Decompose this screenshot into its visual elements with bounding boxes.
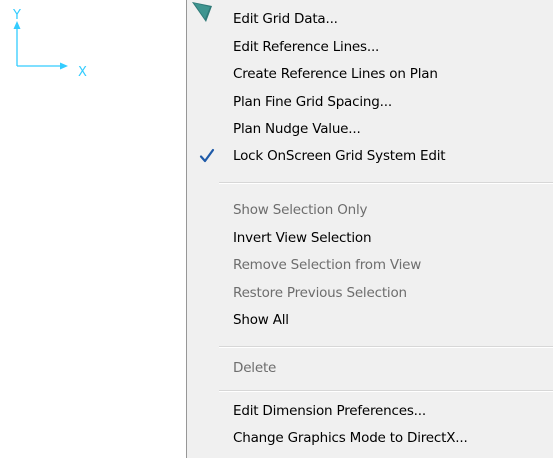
menu-item-create-reference-lines-on-plan[interactable]: Create Reference Lines on Plan <box>187 62 553 86</box>
menu-separator <box>219 346 553 348</box>
menu-separator <box>219 182 553 184</box>
x-axis-label: X <box>78 65 87 80</box>
menu-item-lock-onscreen-grid-system-edit[interactable]: Lock OnScreen Grid System Edit <box>187 144 553 168</box>
menu-item-label: Lock OnScreen Grid System Edit <box>233 148 446 164</box>
menu-item-edit-grid-data[interactable]: Edit Grid Data... <box>187 7 553 31</box>
menu-item-invert-view-selection[interactable]: Invert View Selection <box>187 226 553 250</box>
menu-item-edit-reference-lines[interactable]: Edit Reference Lines... <box>187 35 553 59</box>
cursor-arrow-icon <box>192 2 212 22</box>
graphics-canvas[interactable]: Y X Edit Grid Data... Edit Reference Lin… <box>0 0 553 458</box>
menu-item-label: Change Graphics Mode to DirectX... <box>233 430 468 446</box>
menu-item-change-graphics-mode[interactable]: Change Graphics Mode to DirectX... <box>187 426 553 450</box>
menu-item-label: Create Reference Lines on Plan <box>233 66 438 82</box>
menu-item-plan-fine-grid-spacing[interactable]: Plan Fine Grid Spacing... <box>187 90 553 114</box>
y-axis-label: Y <box>13 8 21 23</box>
menu-item-plan-nudge-value[interactable]: Plan Nudge Value... <box>187 117 553 141</box>
menu-item-label: Invert View Selection <box>233 230 372 246</box>
context-menu: Edit Grid Data... Edit Reference Lines..… <box>186 0 553 458</box>
menu-item-label: Edit Grid Data... <box>233 11 338 27</box>
menu-item-label: Plan Nudge Value... <box>233 121 361 137</box>
menu-item-delete[interactable]: Delete <box>187 356 553 380</box>
menu-item-label: Show Selection Only <box>233 202 368 218</box>
menu-item-show-selection-only[interactable]: Show Selection Only <box>187 198 553 222</box>
menu-item-label: Restore Previous Selection <box>233 285 407 301</box>
menu-item-label: Remove Selection from View <box>233 257 422 273</box>
menu-item-label: Plan Fine Grid Spacing... <box>233 94 392 110</box>
menu-item-label: Edit Dimension Preferences... <box>233 403 426 419</box>
menu-item-edit-dimension-preferences[interactable]: Edit Dimension Preferences... <box>187 399 553 423</box>
menu-item-show-all[interactable]: Show All <box>187 308 553 332</box>
axis-triad: Y X <box>0 0 120 90</box>
menu-item-label: Show All <box>233 312 289 328</box>
menu-separator <box>219 390 553 392</box>
check-icon <box>199 148 215 163</box>
menu-item-remove-selection-from-view[interactable]: Remove Selection from View <box>187 253 553 277</box>
menu-item-label: Edit Reference Lines... <box>233 39 380 55</box>
menu-item-label: Delete <box>233 360 277 376</box>
menu-item-restore-previous-selection[interactable]: Restore Previous Selection <box>187 281 553 305</box>
